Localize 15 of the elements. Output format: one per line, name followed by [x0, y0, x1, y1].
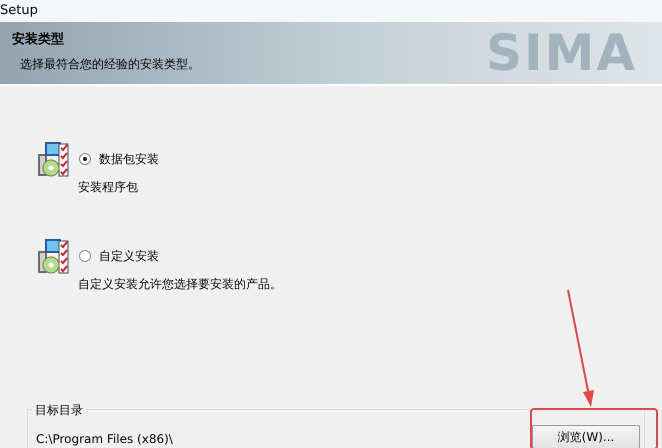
group-legend: 目标目录 — [32, 401, 86, 419]
option-description: 安装程序包 — [78, 179, 139, 196]
radio-button[interactable] — [79, 250, 91, 262]
installer-icon — [37, 237, 71, 275]
window-title: Setup — [0, 3, 38, 18]
option-label: 自定义安装 — [99, 248, 159, 265]
page-title: 安装类型 — [12, 30, 65, 49]
installer-icon — [37, 140, 71, 178]
logo-text: SIMA — [486, 28, 638, 78]
option-label: 数据包安装 — [99, 151, 159, 168]
browse-button[interactable]: 浏览(W)... — [532, 425, 640, 448]
option-description: 自定义安装允许您选择要安装的产品。 — [78, 276, 283, 293]
page-subtitle: 选择最符合您的经验的安装类型。 — [19, 56, 201, 72]
path-text: C:\Program Files (x86)\ — [36, 432, 173, 446]
radio-button[interactable] — [79, 153, 91, 165]
